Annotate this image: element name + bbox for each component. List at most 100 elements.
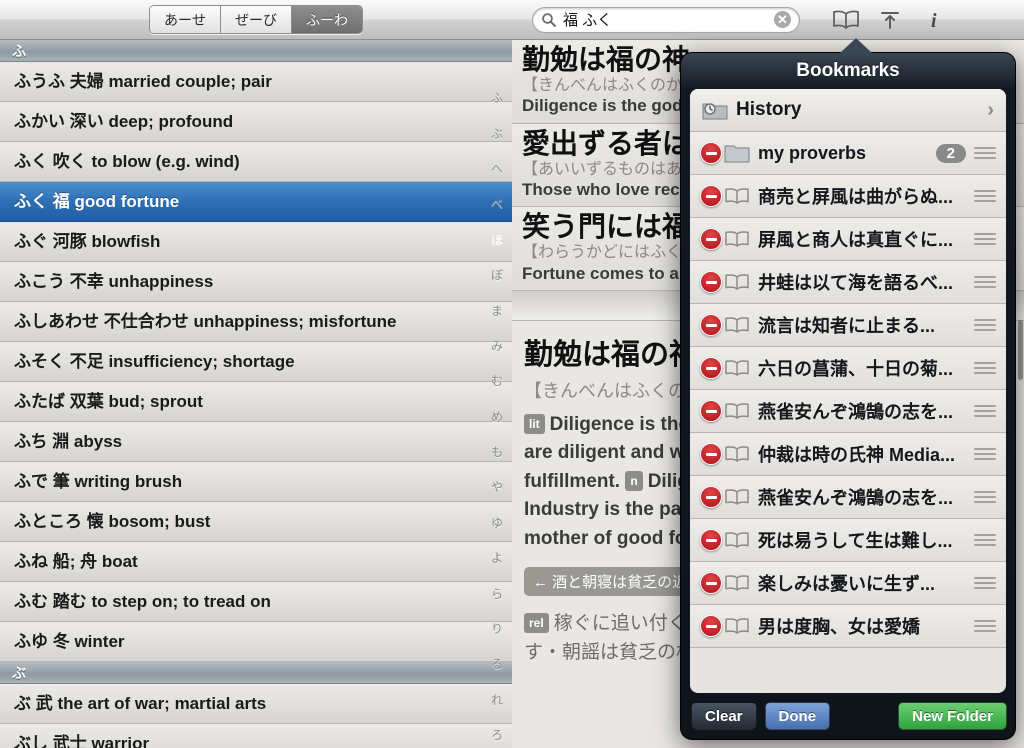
list-item[interactable]: ぶ 武 the art of war; martial arts	[0, 684, 512, 724]
delete-icon[interactable]	[700, 486, 722, 508]
reorder-handle-icon[interactable]	[974, 534, 996, 546]
list-item[interactable]: ふぐ 河豚 blowfish	[0, 222, 512, 262]
reorder-handle-icon[interactable]	[974, 491, 996, 503]
delete-icon[interactable]	[700, 572, 722, 594]
reorder-handle-icon[interactable]	[974, 620, 996, 632]
bookmark-row[interactable]: 商売と屏風は曲がらぬ...	[690, 175, 1006, 218]
index-letter[interactable]: ぶ	[491, 125, 503, 142]
reorder-handle-icon[interactable]	[974, 405, 996, 417]
bookmark-book-icon	[722, 488, 752, 506]
delete-icon[interactable]	[700, 228, 722, 250]
list-item[interactable]: ふね 船; 舟 boat	[0, 542, 512, 582]
reorder-handle-icon[interactable]	[974, 319, 996, 331]
segment-ze-bi[interactable]: ぜーび	[221, 6, 292, 33]
list-item[interactable]: ふかい 深い deep; profound	[0, 102, 512, 142]
list-item[interactable]: ぶし 武士 warrior	[0, 724, 512, 748]
index-letter[interactable]: ろ	[491, 726, 503, 743]
delete-icon[interactable]	[700, 529, 722, 551]
reorder-handle-icon[interactable]	[974, 233, 996, 245]
list-item[interactable]: ふく 吹く to blow (e.g. wind)	[0, 142, 512, 182]
bookmark-row[interactable]: 燕雀安んぞ鴻鵠の志を...	[690, 476, 1006, 519]
reorder-handle-icon[interactable]	[974, 190, 996, 202]
info-icon[interactable]: i	[912, 3, 956, 37]
index-letter[interactable]: ら	[491, 585, 503, 602]
index-letter[interactable]: れ	[491, 691, 503, 708]
reorder-handle-icon[interactable]	[974, 362, 996, 374]
list-item[interactable]: ふち 淵 abyss	[0, 422, 512, 462]
new-folder-button[interactable]: New Folder	[898, 702, 1007, 730]
reorder-handle-icon[interactable]	[974, 276, 996, 288]
list-item[interactable]: ふむ 踏む to step on; to tread on	[0, 582, 512, 622]
dictionary-list[interactable]: ふふうふ 夫婦 married couple; pair ふかい 深い deep;…	[0, 40, 512, 748]
book-icon[interactable]	[824, 3, 868, 37]
kana-range-segmented-control[interactable]: あーせ ぜーび ふーわ	[149, 5, 363, 34]
delete-icon[interactable]	[700, 314, 722, 336]
list-item[interactable]: ふで 筆 writing brush	[0, 462, 512, 502]
index-letter[interactable]: ま	[491, 302, 503, 319]
bookmark-row[interactable]: 六日の菖蒲、十日の菊...	[690, 347, 1006, 390]
bookmark-label: 死は易うして生は難し...	[758, 531, 953, 551]
bookmarks-list[interactable]: History › my proverbs 2 商売と屏風は曲がらぬ... 屏風と…	[690, 89, 1006, 693]
bookmark-row[interactable]: 燕雀安んぞ鴻鵠の志を...	[690, 390, 1006, 433]
bookmark-row[interactable]: 井蛙は以て海を語るべ...	[690, 261, 1006, 304]
list-item[interactable]: ふゆ 冬 winter	[0, 622, 512, 662]
lit-tag: lit	[524, 413, 545, 434]
bookmark-label: 燕雀安んぞ鴻鵠の志を...	[758, 402, 954, 422]
done-button[interactable]: Done	[764, 702, 831, 730]
delete-icon[interactable]	[700, 400, 722, 422]
history-row[interactable]: History ›	[690, 89, 1006, 132]
bookmark-book-icon	[722, 402, 752, 420]
reorder-handle-icon[interactable]	[974, 577, 996, 589]
list-item[interactable]: ふうふ 夫婦 married couple; pair	[0, 62, 512, 102]
index-letter[interactable]: よ	[491, 549, 503, 566]
search-input-value[interactable]: 福 ふく	[557, 9, 774, 30]
list-item[interactable]: ふたば 双葉 bud; sprout	[0, 382, 512, 422]
list-item[interactable]: ふところ 懐 bosom; bust	[0, 502, 512, 542]
list-item-selected[interactable]: ふく 福 good fortune	[0, 182, 512, 222]
bookmark-label: 楽しみは憂いに生ず...	[758, 574, 936, 594]
bookmark-row[interactable]: 死は易うして生は難し...	[690, 519, 1006, 562]
index-letter[interactable]: ふ	[491, 89, 503, 106]
bookmark-row[interactable]: 流言は知者に止まる...	[690, 304, 1006, 347]
delete-icon[interactable]	[700, 142, 722, 164]
folder-row-my-proverbs[interactable]: my proverbs 2	[690, 132, 1006, 175]
segment-a-se[interactable]: あーせ	[150, 6, 221, 33]
bookmark-row[interactable]: 楽しみは憂いに生ず...	[690, 562, 1006, 605]
reorder-handle-icon[interactable]	[974, 147, 996, 159]
index-letter[interactable]: む	[491, 372, 503, 389]
reorder-handle-icon[interactable]	[974, 448, 996, 460]
delete-icon[interactable]	[700, 357, 722, 379]
index-letter[interactable]: る	[491, 655, 503, 672]
bookmark-row[interactable]: 屏風と商人は真直ぐに...	[690, 218, 1006, 261]
bookmark-book-icon	[722, 316, 752, 334]
history-folder-icon	[700, 99, 730, 121]
list-item[interactable]: ふしあわせ 不仕合わせ unhappiness; misfortune	[0, 302, 512, 342]
index-letter[interactable]: へ	[491, 160, 503, 177]
search-field[interactable]: 福 ふく ✕	[532, 6, 800, 33]
index-letter[interactable]: も	[491, 443, 503, 460]
bookmark-row[interactable]: 男は度胸、女は愛嬌	[690, 605, 1006, 648]
index-letter[interactable]: べ	[491, 195, 503, 212]
detail-scrollbar[interactable]	[1018, 320, 1023, 380]
bookmark-label: 商売と屏風は曲がらぬ...	[758, 187, 954, 207]
delete-icon[interactable]	[700, 615, 722, 637]
delete-icon[interactable]	[700, 271, 722, 293]
alphabet-index-bar[interactable]: ふぶへべほぼまみむめもやゆよらりるれろわ	[482, 80, 512, 748]
index-letter[interactable]: ほ	[491, 231, 503, 248]
clear-button[interactable]: Clear	[691, 702, 757, 730]
delete-icon[interactable]	[700, 443, 722, 465]
clear-search-icon[interactable]: ✕	[774, 11, 791, 28]
add-bookmark-icon[interactable]	[868, 3, 912, 37]
index-letter[interactable]: ゆ	[491, 514, 503, 531]
index-letter[interactable]: り	[491, 620, 503, 637]
delete-icon[interactable]	[700, 185, 722, 207]
bookmark-row[interactable]: 仲裁は時の氏神 Media...	[690, 433, 1006, 476]
segment-fu-wa[interactable]: ふーわ	[292, 6, 362, 33]
index-letter[interactable]: ぼ	[491, 266, 503, 283]
index-letter[interactable]: や	[491, 478, 503, 495]
bookmarks-popover: Bookmarks History › my proverbs 2 商売と屏風は…	[680, 38, 1016, 740]
list-item[interactable]: ふこう 不幸 unhappiness	[0, 262, 512, 302]
index-letter[interactable]: み	[491, 337, 503, 354]
list-item[interactable]: ふそく 不足 insufficiency; shortage	[0, 342, 512, 382]
index-letter[interactable]: め	[491, 408, 503, 425]
